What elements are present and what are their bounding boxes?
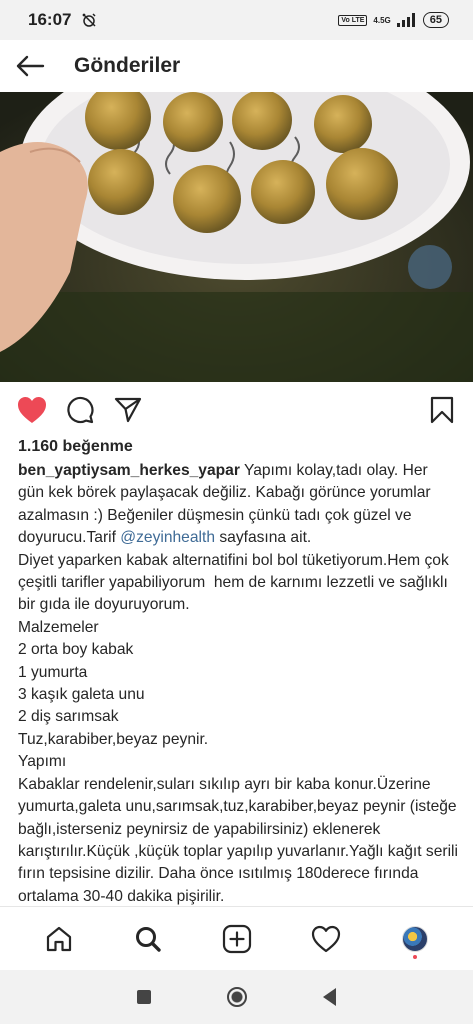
signal-icon (396, 13, 415, 27)
volte-badge: Vo LTE (338, 14, 368, 26)
home-system-button[interactable] (227, 987, 247, 1007)
nav-activity[interactable] (304, 917, 348, 961)
alarm-off-icon (82, 13, 97, 27)
add-post-icon (222, 924, 251, 953)
nav-new-post[interactable] (215, 917, 259, 961)
comment-icon (67, 396, 94, 424)
save-button[interactable] (426, 394, 458, 426)
home-icon (46, 926, 71, 951)
heart-filled-icon (18, 397, 46, 423)
paper-plane-icon (114, 397, 142, 423)
nav-profile[interactable] (393, 917, 437, 961)
arrow-left-icon (16, 55, 45, 77)
meatballs-photo (0, 92, 473, 382)
nav-search[interactable] (126, 917, 170, 961)
notification-dot (412, 954, 417, 959)
back-button[interactable] (2, 40, 58, 92)
search-icon (135, 926, 161, 952)
recents-button[interactable] (137, 990, 151, 1004)
caption-mention-link[interactable]: @zeyinhealth (120, 529, 215, 546)
battery-indicator: 65 (422, 12, 449, 28)
back-system-button[interactable] (323, 988, 336, 1006)
comment-button[interactable] (64, 394, 96, 426)
post-image[interactable] (0, 92, 473, 382)
activity-heart-icon (311, 925, 340, 952)
post-caption: ben_yaptiysam_herkes_yapar Yapımı kolay,… (18, 460, 458, 908)
nav-home[interactable] (37, 917, 81, 961)
post-actions-bar (0, 382, 473, 438)
like-count[interactable]: 1.160 beğenme (18, 438, 133, 456)
system-navigation-bar (0, 970, 473, 1024)
bottom-navigation (0, 906, 473, 970)
share-button[interactable] (112, 394, 144, 426)
like-button[interactable] (16, 394, 48, 426)
page-title: Gönderiler (74, 54, 181, 77)
top-bar: Gönderiler (0, 40, 473, 92)
status-bar: 16:07 Vo LTE 4.5G 65 (0, 0, 473, 40)
bookmark-icon (430, 396, 454, 424)
profile-avatar (401, 925, 428, 952)
network-type: 4.5G (373, 15, 391, 25)
caption-username[interactable]: ben_yaptiysam_herkes_yapar (18, 462, 240, 479)
caption-text-part2: sayfasına ait. Diyet yaparken kabak alte… (18, 529, 458, 905)
status-time: 16:07 (28, 10, 72, 29)
